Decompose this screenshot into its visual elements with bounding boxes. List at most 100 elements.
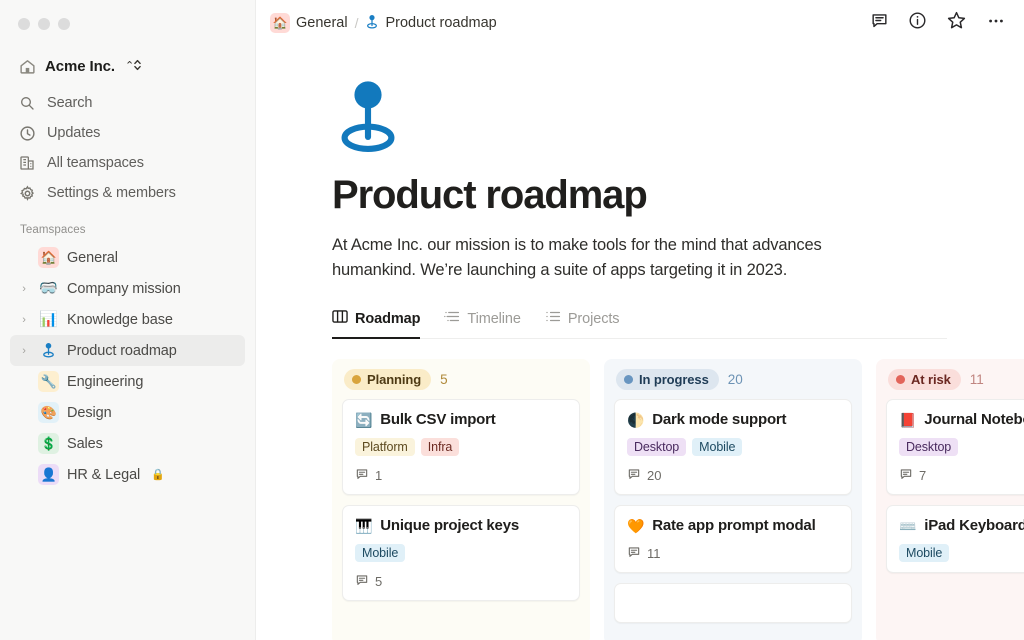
kanban-card[interactable]: 🔄 Bulk CSV import Platform Infra 1: [342, 399, 580, 496]
person-emoji-icon: 👤: [38, 464, 59, 485]
kanban-card[interactable]: 🎹 Unique project keys Mobile 5: [342, 505, 580, 602]
piano-emoji-icon: 🎹: [355, 517, 373, 534]
goggles-emoji-icon: 🥽: [39, 280, 58, 297]
window-controls[interactable]: [0, 0, 255, 30]
tab-projects[interactable]: Projects: [545, 309, 620, 339]
sidebar-item-search[interactable]: Search: [10, 88, 245, 118]
chevron-right-icon[interactable]: ›: [18, 345, 30, 357]
card-title: Journal Notebook: [924, 411, 1024, 429]
tab-label: Projects: [567, 310, 620, 327]
card-tags: Desktop Mobile: [627, 438, 839, 457]
home-icon: [18, 57, 36, 75]
star-icon[interactable]: [946, 10, 967, 36]
kanban-board: Planning 5 🔄 Bulk CSV import Platform In…: [332, 339, 1024, 640]
breadcrumb: 🏠 General / Product roadmap: [270, 13, 497, 33]
kanban-card[interactable]: [614, 583, 852, 624]
sidebar-item-label: Engineering: [67, 373, 144, 390]
column-header[interactable]: In progress 20: [614, 369, 852, 391]
column-header[interactable]: At risk 11: [886, 369, 1024, 391]
card-title: Unique project keys: [380, 517, 519, 535]
sidebar-item-label: Design: [67, 404, 112, 421]
sidebar-item-label: HR & Legal: [67, 466, 141, 483]
info-icon[interactable]: [908, 11, 927, 35]
breadcrumb-item-product-roadmap[interactable]: Product roadmap: [365, 14, 497, 33]
board-icon: [332, 309, 348, 328]
teamspaces-section-label: Teamspaces: [20, 224, 86, 236]
card-tags: Mobile: [899, 544, 1024, 563]
card-comments[interactable]: 11: [627, 545, 839, 562]
column-count: 11: [969, 372, 984, 388]
tag[interactable]: Mobile: [355, 544, 406, 563]
sidebar-item-updates[interactable]: Updates: [10, 118, 245, 148]
maximize-button[interactable]: [58, 18, 70, 30]
page-content: Product roadmap At Acme Inc. our mission…: [256, 46, 1024, 640]
card-title-row: ⌨️ iPad Keyboard: [899, 517, 1024, 534]
tag[interactable]: Mobile: [899, 544, 950, 563]
kanban-card[interactable]: ⌨️ iPad Keyboard Mobile: [886, 505, 1024, 574]
card-comments[interactable]: 7: [899, 467, 1024, 484]
chevron-right-icon[interactable]: ›: [18, 314, 30, 326]
workspace-switcher[interactable]: Acme Inc. ⌃: [10, 52, 245, 80]
sidebar-item-product-roadmap[interactable]: › Product roadmap: [10, 335, 245, 366]
kanban-card[interactable]: 🧡 Rate app prompt modal 11: [614, 505, 852, 574]
comments-icon[interactable]: [870, 11, 889, 35]
sidebar-item-label: General: [67, 249, 118, 266]
card-comments[interactable]: 20: [627, 467, 839, 484]
sidebar-item-general[interactable]: › 🏠 General: [10, 242, 245, 273]
tag[interactable]: Desktop: [627, 438, 687, 457]
card-comments[interactable]: 1: [355, 467, 567, 484]
sidebar-item-knowledge-base[interactable]: › 📊 Knowledge base: [10, 304, 245, 335]
search-icon: [18, 94, 36, 112]
comment-icon: [899, 467, 913, 484]
sidebar-item-label: Sales: [67, 435, 103, 452]
sidebar-item-settings-members[interactable]: Settings & members: [10, 178, 245, 208]
sidebar-item-hr-legal[interactable]: › 👤 HR & Legal 🔒: [10, 459, 245, 490]
sidebar-item-label: Updates: [47, 125, 101, 141]
close-button[interactable]: [18, 18, 30, 30]
kanban-card[interactable]: 📕 Journal Notebook Desktop 7: [886, 399, 1024, 496]
tag[interactable]: Platform: [355, 438, 415, 457]
kanban-card[interactable]: 🌓 Dark mode support Desktop Mobile 20: [614, 399, 852, 496]
wrench-emoji-icon: 🔧: [38, 371, 59, 392]
sidebar-item-sales[interactable]: › 💲 Sales: [10, 428, 245, 459]
card-title-row: 🧡 Rate app prompt modal: [627, 517, 839, 534]
pin-emoji-icon: [38, 340, 59, 361]
card-title: iPad Keyboard: [924, 517, 1024, 535]
sidebar-item-label: Company mission: [67, 280, 181, 297]
breadcrumb-separator: /: [354, 15, 359, 31]
clock-icon: [18, 124, 36, 142]
status-badge: Planning: [344, 369, 432, 391]
sidebar-item-engineering[interactable]: › 🔧 Engineering: [10, 366, 245, 397]
sidebar-item-label: Search: [47, 95, 93, 111]
page-pin-icon[interactable]: [332, 78, 1024, 163]
chevron-right-icon[interactable]: ›: [18, 283, 30, 295]
card-title-row: 🎹 Unique project keys: [355, 517, 567, 534]
comment-count: 1: [375, 468, 383, 484]
tab-roadmap[interactable]: Roadmap: [332, 309, 420, 340]
more-options-icon[interactable]: [986, 11, 1006, 36]
sidebar-item-label: All teamspaces: [47, 155, 144, 171]
status-dot-icon: [896, 375, 905, 385]
tag[interactable]: Desktop: [899, 438, 959, 457]
minimize-button[interactable]: [38, 18, 50, 30]
top-bar: 🏠 General / Product roadmap: [256, 0, 1024, 46]
breadcrumb-label: General: [296, 15, 348, 31]
sidebar-item-label: Knowledge base: [67, 311, 173, 328]
sidebar-item-company-mission[interactable]: › 🥽 Company mission: [10, 273, 245, 304]
column-count: 5: [440, 372, 448, 388]
comment-icon: [355, 467, 369, 484]
sidebar-item-design[interactable]: › 🎨 Design: [10, 397, 245, 428]
tag[interactable]: Infra: [420, 438, 460, 457]
comment-count: 5: [375, 574, 383, 590]
sidebar-item-all-teamspaces[interactable]: All teamspaces: [10, 148, 245, 178]
tag[interactable]: Mobile: [692, 438, 743, 457]
card-comments[interactable]: 5: [355, 573, 567, 590]
status-label: Planning: [367, 372, 422, 388]
lock-icon: 🔒: [151, 469, 165, 481]
breadcrumb-item-general[interactable]: 🏠 General: [270, 13, 348, 33]
tab-timeline[interactable]: Timeline: [444, 309, 521, 339]
gear-icon: [18, 184, 36, 202]
column-header[interactable]: Planning 5: [342, 369, 580, 391]
breadcrumb-label: Product roadmap: [385, 15, 497, 31]
status-dot-icon: [352, 375, 361, 385]
